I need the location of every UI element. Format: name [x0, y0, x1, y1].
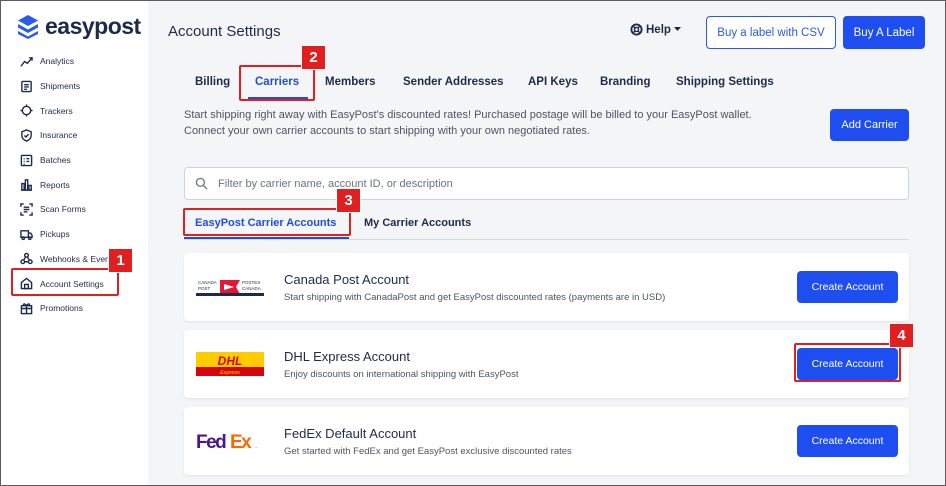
promotions-icon: [19, 301, 33, 315]
carrier-description: Enjoy discounts on international shippin…: [284, 369, 519, 380]
help-lifebuoy-icon: [630, 23, 643, 36]
tab-billing[interactable]: Billing: [195, 76, 230, 88]
canada-post-logo-text: POSTES: [242, 280, 260, 285]
sidebar-item-label: Shipments: [40, 81, 81, 92]
create-account-button-fedex[interactable]: Create Account: [797, 425, 898, 457]
webhooks-icon: [19, 252, 33, 266]
carrier-description: Get started with FedEx and get EasyPost …: [284, 446, 572, 457]
pickups-icon: [19, 227, 33, 241]
sidebar-item-label: Batches: [40, 155, 71, 166]
page-title: Account Settings: [168, 23, 281, 40]
sidebar-item-pickups[interactable]: Pickups: [1, 222, 148, 247]
sidebar-item-label: Promotions: [40, 303, 83, 314]
brand-logo[interactable]: easypost: [17, 13, 141, 40]
sidebar-item-promotions[interactable]: Promotions: [1, 296, 148, 321]
scan-forms-icon: [19, 202, 33, 216]
annotation-badge-2: 2: [301, 45, 326, 70]
carrier-search-input[interactable]: [218, 177, 868, 190]
tab-api-keys[interactable]: API Keys: [528, 76, 578, 88]
carrier-card-fedex: Fed Ex . FedEx Default Account Get start…: [184, 407, 909, 475]
help-menu[interactable]: Help: [630, 23, 681, 36]
canada-post-logo-text: CANADA: [198, 280, 217, 285]
sidebar-item-insurance[interactable]: Insurance: [1, 123, 148, 148]
dhl-logo-subtext: Express: [220, 370, 240, 376]
canada-post-logo-icon: CANADA POSTES POST CANADA: [196, 277, 264, 297]
fedex-logo-text: Fed: [196, 432, 226, 453]
fedex-logo-text: .: [255, 441, 257, 450]
annotation-badge-1: 1: [108, 248, 133, 273]
tab-members[interactable]: Members: [325, 76, 376, 88]
batches-icon: [19, 153, 33, 167]
carrier-card-canada-post: CANADA POSTES POST CANADA Canada Post Ac…: [184, 253, 909, 321]
annotation-highlight-2: [239, 65, 315, 101]
sidebar-item-label: Analytics: [40, 56, 75, 67]
caret-down-icon: [673, 27, 681, 31]
intro-line-2: Connect your own carrier accounts to sta…: [184, 124, 590, 137]
intro-line-1: Start shipping right away with EasyPost'…: [184, 109, 752, 121]
reports-icon: [19, 178, 33, 192]
insurance-icon: [19, 128, 33, 142]
annotation-highlight-1: [11, 268, 119, 296]
carrier-title: Canada Post Account: [284, 272, 410, 287]
shipments-icon: [19, 79, 33, 93]
fedex-logo: Fed Ex .: [196, 429, 264, 453]
help-label: Help: [646, 23, 671, 36]
fedex-logo-icon: Fed Ex .: [196, 432, 257, 453]
sidebar-item-scan-forms[interactable]: Scan Forms: [1, 197, 148, 222]
tab-sender-addresses[interactable]: Sender Addresses: [403, 76, 504, 88]
annotation-highlight-3: [183, 208, 351, 236]
dhl-logo-text: DHL: [218, 354, 243, 368]
buy-label-button[interactable]: Buy A Label: [843, 16, 925, 49]
sidebar-item-shipments[interactable]: Shipments: [1, 74, 148, 99]
brand-name: easypost: [45, 13, 141, 39]
sidebar-item-label: Pickups: [40, 229, 70, 240]
carrier-title: FedEx Default Account: [284, 426, 417, 441]
sidebar-item-label: Insurance: [40, 130, 78, 141]
sidebar-item-batches[interactable]: Batches: [1, 148, 148, 173]
carrier-search: [184, 167, 909, 200]
carrier-description: Start shipping with CanadaPost and get E…: [284, 292, 666, 303]
analytics-icon: [19, 54, 33, 68]
annotation-badge-4: 4: [889, 323, 914, 348]
sidebar-item-label: Scan Forms: [40, 204, 86, 215]
canada-post-logo-text: POST: [198, 286, 211, 291]
active-subtab-indicator: [184, 237, 349, 239]
sidebar-item-label: Trackers: [40, 105, 73, 116]
sidebar-item-analytics[interactable]: Analytics: [1, 49, 148, 74]
trackers-icon: [19, 104, 33, 118]
create-account-button-canada-post[interactable]: Create Account: [797, 271, 898, 303]
sidebar-item-trackers[interactable]: Trackers: [1, 98, 148, 123]
canada-post-logo-text: CANADA: [242, 286, 261, 291]
canada-post-logo: CANADA POSTES POST CANADA: [196, 275, 264, 299]
carriers-intro: Start shipping right away with EasyPost'…: [184, 108, 804, 139]
sidebar: easypost Analytics Shipments Trackers In…: [1, 1, 148, 485]
search-icon: [195, 177, 208, 190]
fedex-logo-text: Ex: [230, 432, 252, 453]
buy-label-csv-button[interactable]: Buy a label with CSV: [706, 16, 836, 49]
tab-shipping-settings[interactable]: Shipping Settings: [676, 76, 774, 88]
easypost-logo-icon: [18, 14, 38, 39]
dhl-logo: DHL Express: [196, 352, 264, 376]
sidebar-item-reports[interactable]: Reports: [1, 172, 148, 197]
annotation-badge-3: 3: [336, 188, 361, 213]
tab-my-carrier-accounts[interactable]: My Carrier Accounts: [364, 217, 471, 229]
annotation-highlight-4: [794, 343, 901, 382]
tab-branding[interactable]: Branding: [600, 76, 650, 88]
sidebar-item-label: Reports: [40, 179, 70, 190]
add-carrier-button[interactable]: Add Carrier: [830, 109, 909, 141]
dhl-logo-icon: DHL Express: [196, 352, 264, 376]
carrier-title: DHL Express Account: [284, 349, 410, 364]
sidebar-item-label: Webhooks & Events: [40, 253, 117, 264]
